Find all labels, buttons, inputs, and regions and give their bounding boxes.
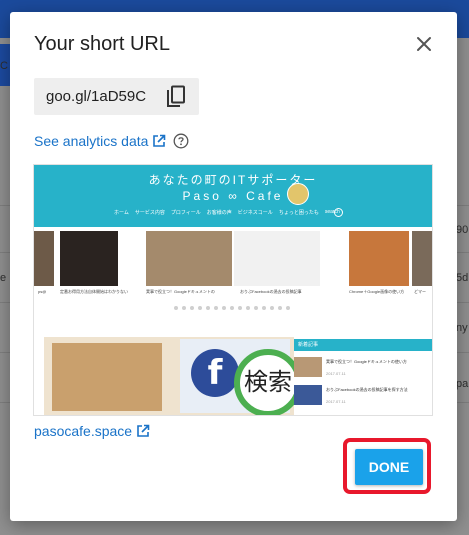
preview-thumbnail-caption: おりぶFacebookの過去の投稿記事 <box>240 289 302 294</box>
preview-sidebar-thumb <box>294 385 322 405</box>
preview-thumbnail-caption: 実事で役立つ！Googleドキュメントの <box>146 289 215 294</box>
background-text: 5d <box>456 272 469 284</box>
open-external-icon[interactable] <box>136 424 150 438</box>
preview-sidebar-date: 2017.07.11 <box>326 399 346 404</box>
dialog-title: Your short URL <box>34 33 170 55</box>
copy-icon <box>167 85 185 107</box>
close-icon <box>417 37 431 51</box>
preview-sidebar-date: 2017.07.11 <box>326 371 346 376</box>
preview-thumbnail <box>146 231 232 286</box>
preview-carousel-dots <box>174 306 290 310</box>
preview-thumbnail-caption: Chrome＋Google画像の使い方 <box>349 289 405 294</box>
preview-thumbnail-caption: どマー <box>414 289 426 294</box>
preview-thumbnail-strip: ps@ 定番お得用方法自体開始はわかりない 実事で役立つ！Googleドキュメン… <box>34 231 432 294</box>
preview-thumbnail <box>412 231 432 286</box>
preview-sidebar: 新着記事 実事で役立つ！Googleドキュメントの使い方 2017.07.11 … <box>294 337 432 415</box>
help-icon[interactable] <box>173 133 189 149</box>
preview-facebook-logo: f <box>191 349 239 397</box>
preview-site-header: あなたの町のITサポーター Paso ∞ Cafe ホーム サービス内容 プロフ… <box>34 165 432 227</box>
analytics-link[interactable]: See analytics data <box>34 133 148 149</box>
copy-button[interactable] <box>165 85 187 109</box>
preview-thumbnail-caption: ps@ <box>38 289 47 294</box>
preview-nav-item: プロフィール <box>170 210 201 216</box>
preview-laptop-image <box>52 343 162 411</box>
preview-nav-item: サービス内容 <box>134 210 165 216</box>
background-text: e <box>0 272 7 284</box>
preview-sidebar-title: おりぶFacebookの過去の投稿記事を探す方法 <box>326 387 408 392</box>
preview-tagline: あなたの町のITサポーター <box>148 173 318 187</box>
done-button[interactable]: DONE <box>355 449 423 485</box>
preview-sidebar-item: 実事で役立つ！Googleドキュメントの使い方 2017.07.11 <box>294 357 432 379</box>
analytics-row: See analytics data <box>34 132 189 150</box>
preview-sidebar-heading: 新着記事 <box>294 339 432 351</box>
preview-thumbnail <box>349 231 409 286</box>
preview-thumbnail <box>34 231 54 286</box>
preview-nav-item: ビジネスコール <box>237 210 273 216</box>
preview-search-icon <box>334 208 343 217</box>
preview-sidebar-title: 実事で役立つ！Googleドキュメントの使い方 <box>326 359 407 364</box>
open-external-icon[interactable] <box>152 134 166 148</box>
preview-nav-item: ちょっと困ったも <box>278 210 319 216</box>
preview-brand: Paso ∞ Cafe <box>182 189 284 203</box>
preview-nav-item: ホーム <box>114 210 129 216</box>
domain-row: pasocafe.space <box>34 423 150 439</box>
preview-sidebar-thumb <box>294 357 322 377</box>
preview-nav: ホーム サービス内容 プロフィール お客様の声 ビジネスコール ちょっと困ったも… <box>114 209 340 216</box>
preview-sidebar-item: おりぶFacebookの過去の投稿記事を探す方法 2017.07.11 <box>294 385 432 407</box>
preview-logo <box>287 183 309 205</box>
preview-thumbnail <box>234 231 320 286</box>
domain-link[interactable]: pasocafe.space <box>34 423 132 439</box>
background-text: 90 <box>456 224 469 236</box>
website-preview: あなたの町のITサポーター Paso ∞ Cafe ホーム サービス内容 プロフ… <box>34 165 432 415</box>
preview-featured-image: f 検索 <box>44 337 302 415</box>
preview-kensaku-badge: 検索 <box>234 349 302 415</box>
background-text: pa <box>456 378 469 390</box>
preview-nav-item: お客様の声 <box>206 210 232 216</box>
short-url-box[interactable]: goo.gl/1aD59C <box>34 78 199 115</box>
close-button[interactable] <box>412 32 436 56</box>
preview-thumbnail-caption: 定番お得用方法自体開始はわかりない <box>60 289 128 294</box>
background-text: C <box>0 60 8 72</box>
short-url-text[interactable]: goo.gl/1aD59C <box>46 88 146 105</box>
background-text: ny <box>456 322 468 334</box>
preview-thumbnail <box>60 231 118 286</box>
